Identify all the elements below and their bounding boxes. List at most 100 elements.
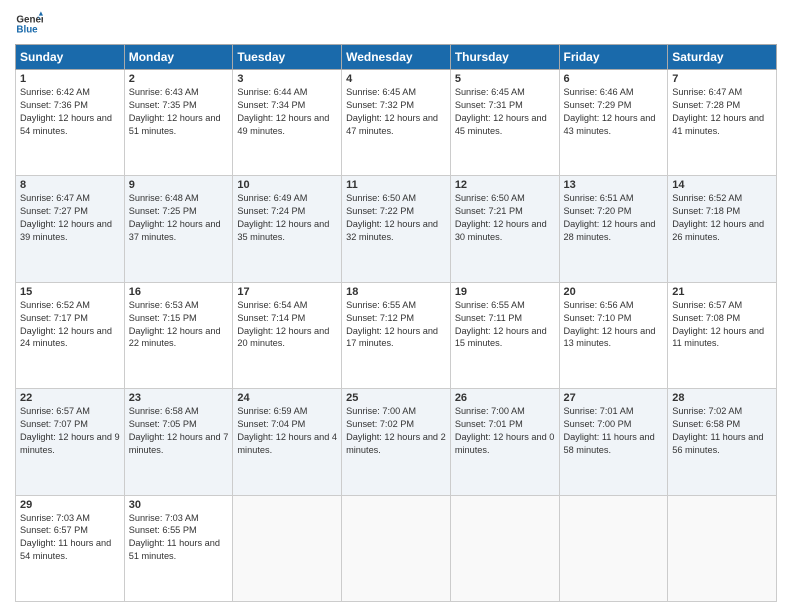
header: General Blue [15,10,777,38]
table-row: 4Sunrise: 6:45 AMSunset: 7:32 PMDaylight… [342,70,451,176]
table-row: 16Sunrise: 6:53 AMSunset: 7:15 PMDayligh… [124,282,233,388]
day-info: Sunrise: 6:47 AMSunset: 7:28 PMDaylight:… [672,86,772,138]
day-of-week-header: Saturday [668,45,777,70]
day-info: Sunrise: 6:50 AMSunset: 7:21 PMDaylight:… [455,192,555,244]
day-info: Sunrise: 6:48 AMSunset: 7:25 PMDaylight:… [129,192,229,244]
day-number: 26 [455,392,555,404]
table-row: 7Sunrise: 6:47 AMSunset: 7:28 PMDaylight… [668,70,777,176]
day-number: 7 [672,73,772,85]
table-row [668,495,777,601]
day-info: Sunrise: 6:57 AMSunset: 7:07 PMDaylight:… [20,405,120,457]
day-info: Sunrise: 6:52 AMSunset: 7:17 PMDaylight:… [20,299,120,351]
day-info: Sunrise: 7:00 AMSunset: 7:01 PMDaylight:… [455,405,555,457]
day-number: 4 [346,73,446,85]
day-number: 17 [237,286,337,298]
day-number: 14 [672,179,772,191]
day-info: Sunrise: 6:58 AMSunset: 7:05 PMDaylight:… [129,405,229,457]
table-row: 26Sunrise: 7:00 AMSunset: 7:01 PMDayligh… [450,389,559,495]
table-row: 6Sunrise: 6:46 AMSunset: 7:29 PMDaylight… [559,70,668,176]
table-row: 10Sunrise: 6:49 AMSunset: 7:24 PMDayligh… [233,176,342,282]
day-info: Sunrise: 6:46 AMSunset: 7:29 PMDaylight:… [564,86,664,138]
day-number: 11 [346,179,446,191]
table-row: 18Sunrise: 6:55 AMSunset: 7:12 PMDayligh… [342,282,451,388]
day-number: 29 [20,499,120,511]
day-info: Sunrise: 6:45 AMSunset: 7:32 PMDaylight:… [346,86,446,138]
day-number: 13 [564,179,664,191]
calendar: SundayMondayTuesdayWednesdayThursdayFrid… [15,44,777,602]
table-row: 20Sunrise: 6:56 AMSunset: 7:10 PMDayligh… [559,282,668,388]
table-row: 25Sunrise: 7:00 AMSunset: 7:02 PMDayligh… [342,389,451,495]
table-row [233,495,342,601]
day-number: 19 [455,286,555,298]
table-row: 27Sunrise: 7:01 AMSunset: 7:00 PMDayligh… [559,389,668,495]
day-info: Sunrise: 7:00 AMSunset: 7:02 PMDaylight:… [346,405,446,457]
table-row [450,495,559,601]
table-row: 11Sunrise: 6:50 AMSunset: 7:22 PMDayligh… [342,176,451,282]
day-info: Sunrise: 7:02 AMSunset: 6:58 PMDaylight:… [672,405,772,457]
table-row: 28Sunrise: 7:02 AMSunset: 6:58 PMDayligh… [668,389,777,495]
table-row: 2Sunrise: 6:43 AMSunset: 7:35 PMDaylight… [124,70,233,176]
day-number: 27 [564,392,664,404]
day-info: Sunrise: 7:03 AMSunset: 6:57 PMDaylight:… [20,512,120,564]
day-number: 22 [20,392,120,404]
day-info: Sunrise: 6:43 AMSunset: 7:35 PMDaylight:… [129,86,229,138]
day-number: 20 [564,286,664,298]
day-number: 5 [455,73,555,85]
table-row: 30Sunrise: 7:03 AMSunset: 6:55 PMDayligh… [124,495,233,601]
logo-icon: General Blue [15,10,43,38]
day-info: Sunrise: 6:49 AMSunset: 7:24 PMDaylight:… [237,192,337,244]
table-row: 19Sunrise: 6:55 AMSunset: 7:11 PMDayligh… [450,282,559,388]
day-number: 12 [455,179,555,191]
day-info: Sunrise: 6:56 AMSunset: 7:10 PMDaylight:… [564,299,664,351]
day-info: Sunrise: 7:03 AMSunset: 6:55 PMDaylight:… [129,512,229,564]
day-of-week-header: Monday [124,45,233,70]
day-info: Sunrise: 6:55 AMSunset: 7:12 PMDaylight:… [346,299,446,351]
table-row: 5Sunrise: 6:45 AMSunset: 7:31 PMDaylight… [450,70,559,176]
day-number: 15 [20,286,120,298]
table-row: 22Sunrise: 6:57 AMSunset: 7:07 PMDayligh… [16,389,125,495]
table-row [559,495,668,601]
day-info: Sunrise: 6:52 AMSunset: 7:18 PMDaylight:… [672,192,772,244]
table-row: 3Sunrise: 6:44 AMSunset: 7:34 PMDaylight… [233,70,342,176]
day-number: 24 [237,392,337,404]
day-info: Sunrise: 6:51 AMSunset: 7:20 PMDaylight:… [564,192,664,244]
day-number: 18 [346,286,446,298]
table-row: 14Sunrise: 6:52 AMSunset: 7:18 PMDayligh… [668,176,777,282]
day-number: 9 [129,179,229,191]
table-row: 13Sunrise: 6:51 AMSunset: 7:20 PMDayligh… [559,176,668,282]
day-number: 30 [129,499,229,511]
day-number: 21 [672,286,772,298]
table-row: 15Sunrise: 6:52 AMSunset: 7:17 PMDayligh… [16,282,125,388]
table-row: 1Sunrise: 6:42 AMSunset: 7:36 PMDaylight… [16,70,125,176]
day-number: 16 [129,286,229,298]
day-info: Sunrise: 6:44 AMSunset: 7:34 PMDaylight:… [237,86,337,138]
day-info: Sunrise: 7:01 AMSunset: 7:00 PMDaylight:… [564,405,664,457]
table-row: 17Sunrise: 6:54 AMSunset: 7:14 PMDayligh… [233,282,342,388]
day-number: 3 [237,73,337,85]
table-row: 9Sunrise: 6:48 AMSunset: 7:25 PMDaylight… [124,176,233,282]
table-row: 12Sunrise: 6:50 AMSunset: 7:21 PMDayligh… [450,176,559,282]
table-row [342,495,451,601]
day-info: Sunrise: 6:54 AMSunset: 7:14 PMDaylight:… [237,299,337,351]
svg-text:Blue: Blue [16,24,38,35]
day-number: 28 [672,392,772,404]
table-row: 24Sunrise: 6:59 AMSunset: 7:04 PMDayligh… [233,389,342,495]
day-info: Sunrise: 6:50 AMSunset: 7:22 PMDaylight:… [346,192,446,244]
logo: General Blue [15,10,47,38]
day-number: 10 [237,179,337,191]
table-row: 21Sunrise: 6:57 AMSunset: 7:08 PMDayligh… [668,282,777,388]
day-number: 2 [129,73,229,85]
table-row: 23Sunrise: 6:58 AMSunset: 7:05 PMDayligh… [124,389,233,495]
day-of-week-header: Friday [559,45,668,70]
day-info: Sunrise: 6:47 AMSunset: 7:27 PMDaylight:… [20,192,120,244]
day-number: 23 [129,392,229,404]
table-row: 29Sunrise: 7:03 AMSunset: 6:57 PMDayligh… [16,495,125,601]
day-info: Sunrise: 6:45 AMSunset: 7:31 PMDaylight:… [455,86,555,138]
day-number: 1 [20,73,120,85]
day-info: Sunrise: 6:55 AMSunset: 7:11 PMDaylight:… [455,299,555,351]
day-info: Sunrise: 6:42 AMSunset: 7:36 PMDaylight:… [20,86,120,138]
day-info: Sunrise: 6:57 AMSunset: 7:08 PMDaylight:… [672,299,772,351]
day-info: Sunrise: 6:53 AMSunset: 7:15 PMDaylight:… [129,299,229,351]
day-number: 25 [346,392,446,404]
day-of-week-header: Wednesday [342,45,451,70]
